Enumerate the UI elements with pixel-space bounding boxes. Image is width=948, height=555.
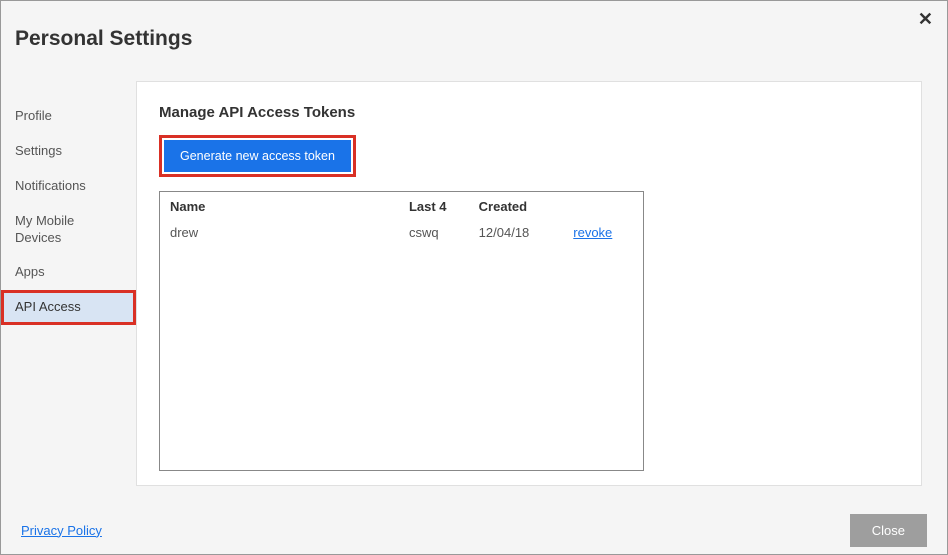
sidebar-item-apps[interactable]: Apps xyxy=(1,255,136,290)
privacy-policy-link[interactable]: Privacy Policy xyxy=(21,523,102,538)
sidebar: Profile Settings Notifications My Mobile… xyxy=(1,81,136,486)
page-title: Personal Settings xyxy=(1,1,947,51)
token-last4: cswq xyxy=(409,225,479,240)
header-action xyxy=(573,199,633,214)
close-button[interactable]: Close xyxy=(850,514,927,547)
header-created: Created xyxy=(479,199,574,214)
token-table: Name Last 4 Created drew cswq 12/04/18 r… xyxy=(159,191,644,471)
sidebar-item-profile[interactable]: Profile xyxy=(1,99,136,134)
sidebar-item-notifications[interactable]: Notifications xyxy=(1,169,136,204)
generate-token-button[interactable]: Generate new access token xyxy=(164,140,351,172)
sidebar-item-api-access[interactable]: API Access xyxy=(1,290,136,325)
revoke-link[interactable]: revoke xyxy=(573,225,612,240)
token-table-header: Name Last 4 Created xyxy=(160,192,643,221)
token-created: 12/04/18 xyxy=(479,225,574,240)
personal-settings-modal: ✕ Personal Settings Profile Settings Not… xyxy=(1,1,947,554)
footer: Privacy Policy Close xyxy=(1,506,947,554)
sidebar-item-my-mobile-devices[interactable]: My Mobile Devices xyxy=(1,204,136,256)
close-icon[interactable]: ✕ xyxy=(918,9,933,30)
header-last4: Last 4 xyxy=(409,199,479,214)
sidebar-item-settings[interactable]: Settings xyxy=(1,134,136,169)
panel-title: Manage API Access Tokens xyxy=(159,104,899,121)
token-name: drew xyxy=(170,225,409,240)
table-row: drew cswq 12/04/18 revoke xyxy=(160,221,643,244)
header-name: Name xyxy=(170,199,409,214)
generate-button-highlight: Generate new access token xyxy=(159,135,356,177)
main-panel: Manage API Access Tokens Generate new ac… xyxy=(136,81,922,486)
